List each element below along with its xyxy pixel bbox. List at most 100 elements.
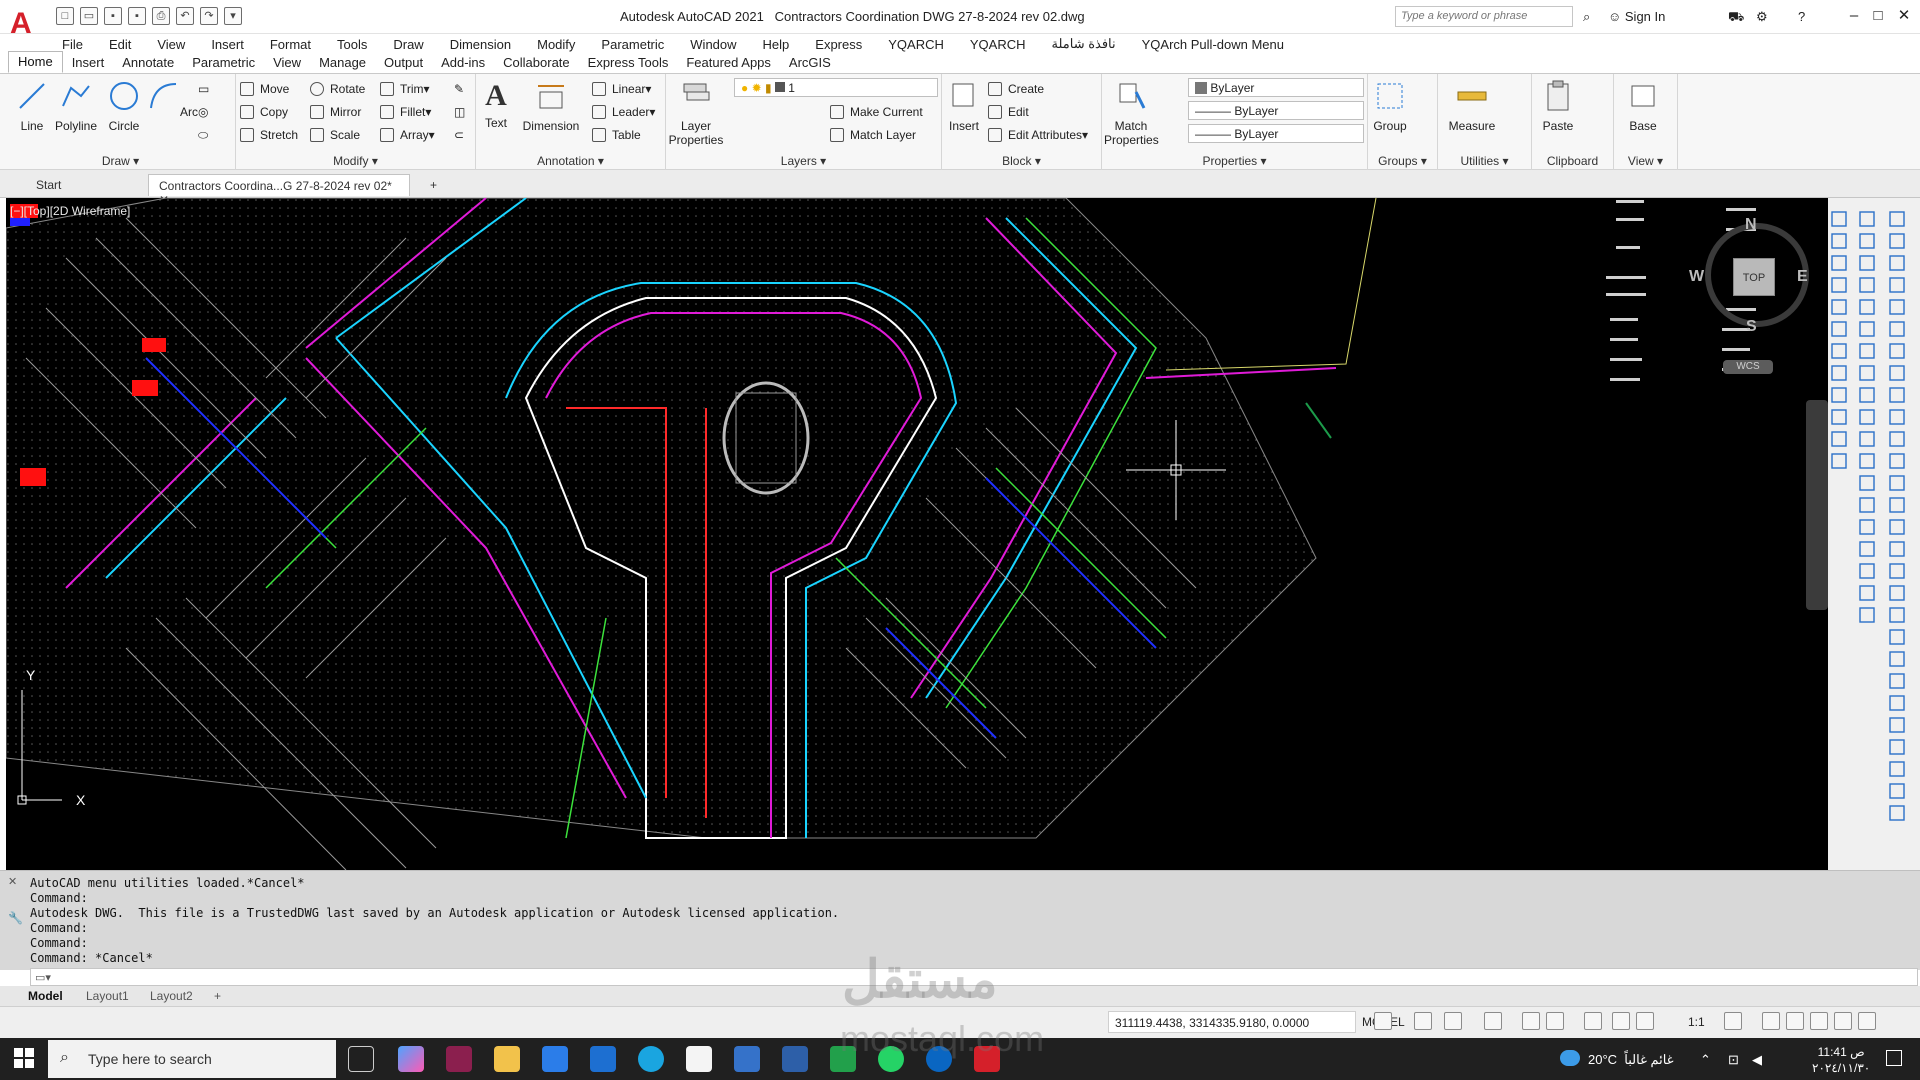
- new-file-icon[interactable]: □: [56, 7, 74, 25]
- menu-format[interactable]: Format: [270, 37, 311, 52]
- make-current-button[interactable]: Make Current: [830, 105, 923, 119]
- rectangle-icon[interactable]: ▭: [198, 82, 209, 96]
- menu-file[interactable]: File: [62, 37, 83, 52]
- customize-command-icon[interactable]: 🔧: [8, 911, 23, 925]
- match-properties-button[interactable]: Match Properties: [1104, 78, 1159, 147]
- stretch-button[interactable]: Stretch: [240, 128, 298, 142]
- tab-start[interactable]: Start: [26, 174, 71, 196]
- block-panel-title[interactable]: Block ▾: [942, 154, 1101, 168]
- layer-properties-button[interactable]: Layer Properties: [668, 78, 724, 147]
- compass-east[interactable]: E: [1797, 268, 1808, 286]
- match-layer-button[interactable]: Match Layer: [830, 128, 916, 142]
- edit-block-button[interactable]: Edit: [988, 105, 1029, 119]
- osnap-icon[interactable]: [1484, 1012, 1502, 1030]
- tab-layout2[interactable]: Layout2: [150, 989, 193, 1003]
- windows-start-icon[interactable]: [14, 1048, 34, 1068]
- open-folder-icon[interactable]: ▭: [80, 7, 98, 25]
- sign-in-button[interactable]: ☺ Sign In: [1608, 9, 1665, 24]
- notifications-icon[interactable]: [1886, 1050, 1902, 1066]
- drawing-canvas[interactable]: Y X: [5, 197, 1828, 871]
- undo-icon[interactable]: ↶: [176, 7, 194, 25]
- add-layout-icon[interactable]: +: [214, 989, 221, 1003]
- base-button[interactable]: Base: [1618, 78, 1668, 133]
- copilot-icon[interactable]: [398, 1046, 424, 1072]
- maximize-icon[interactable]: □: [1866, 5, 1890, 27]
- linetype-dropdown[interactable]: ——— ByLayer: [1188, 101, 1364, 120]
- tab-annotate[interactable]: Annotate: [113, 53, 183, 73]
- offset-icon[interactable]: ⊂: [454, 128, 464, 142]
- utilities-panel-title[interactable]: Utilities ▾: [1438, 154, 1531, 168]
- tab-home[interactable]: Home: [8, 51, 63, 73]
- tab-parametric[interactable]: Parametric: [183, 53, 264, 73]
- close-command-icon[interactable]: ✕: [8, 875, 17, 888]
- compass-west[interactable]: W: [1689, 268, 1704, 286]
- tab-collaborate[interactable]: Collaborate: [494, 53, 579, 73]
- hardware-acceleration-icon[interactable]: [1786, 1012, 1804, 1030]
- menu-yqarch-2[interactable]: YQARCH: [970, 37, 1026, 52]
- layer-dropdown[interactable]: ● ✹ ▮ 1: [734, 78, 938, 97]
- erase-icon[interactable]: ✎: [454, 82, 464, 96]
- view-panel-title[interactable]: View ▾: [1614, 154, 1677, 168]
- tab-express-tools[interactable]: Express Tools: [579, 53, 678, 73]
- linear-button[interactable]: Linear ▾: [592, 82, 651, 96]
- annotation-scale[interactable]: 1:1: [1688, 1015, 1705, 1029]
- app-g-icon[interactable]: [446, 1046, 472, 1072]
- menu-insert[interactable]: Insert: [211, 37, 244, 52]
- taskbar-clock[interactable]: 11:41 ص ٢٠٢٤/١١/٣٠: [1812, 1044, 1870, 1076]
- menu-yqarch-pulldown[interactable]: YQArch Pull-down Menu: [1142, 37, 1284, 52]
- menu-tools[interactable]: Tools: [337, 37, 367, 52]
- clean-screen-icon[interactable]: [1810, 1012, 1828, 1030]
- tab-view[interactable]: View: [264, 53, 310, 73]
- menu-parametric[interactable]: Parametric: [601, 37, 664, 52]
- file-explorer-icon[interactable]: [494, 1046, 520, 1072]
- annotation-panel-title[interactable]: Annotation ▾: [476, 154, 665, 168]
- search-icon[interactable]: ⌕: [1583, 9, 1590, 25]
- menu-view[interactable]: View: [157, 37, 185, 52]
- tab-add-ins[interactable]: Add-ins: [432, 53, 494, 73]
- hatch-icon[interactable]: ◎: [198, 105, 208, 119]
- text-button[interactable]: A Text: [476, 78, 516, 130]
- grid-icon[interactable]: [1374, 1012, 1392, 1030]
- tab-output[interactable]: Output: [375, 53, 432, 73]
- tab-featured-apps[interactable]: Featured Apps: [677, 53, 780, 73]
- workspace-gear-icon[interactable]: [1724, 1012, 1742, 1030]
- leader-button[interactable]: Leader ▾: [592, 105, 655, 119]
- tab-manage[interactable]: Manage: [310, 53, 375, 73]
- task-view-icon[interactable]: [348, 1046, 374, 1072]
- modify-panel-title[interactable]: Modify ▾: [236, 154, 475, 168]
- menu-dimension[interactable]: Dimension: [450, 37, 511, 52]
- circle-button[interactable]: Circle: [98, 78, 150, 133]
- tab-active-drawing[interactable]: Contractors Coordina...G 27-8-2024 rev 0…: [148, 174, 410, 207]
- compass-south[interactable]: S: [1746, 318, 1757, 336]
- menu-draw[interactable]: Draw: [393, 37, 423, 52]
- ortho-icon[interactable]: [1414, 1012, 1432, 1030]
- ellipse-icon[interactable]: ⬭: [198, 128, 208, 143]
- viewcube-top-face[interactable]: TOP: [1733, 258, 1775, 296]
- dimension-button[interactable]: Dimension: [520, 78, 582, 133]
- help-icon[interactable]: ?: [1798, 9, 1805, 24]
- redo-icon[interactable]: ↷: [200, 7, 218, 25]
- isolate-objects-icon[interactable]: [1762, 1012, 1780, 1030]
- trim-button[interactable]: Trim ▾: [380, 82, 430, 96]
- move-button[interactable]: Move: [240, 82, 289, 96]
- save-as-icon[interactable]: ▪: [128, 7, 146, 25]
- create-block-button[interactable]: Create: [988, 82, 1044, 96]
- outlook-icon[interactable]: [590, 1046, 616, 1072]
- layers-panel-title[interactable]: Layers ▾: [666, 154, 941, 168]
- mirror-button[interactable]: Mirror: [310, 105, 361, 119]
- menu-arabic[interactable]: نافذة شاملة: [1052, 36, 1116, 52]
- properties-panel-title[interactable]: Properties ▾: [1102, 154, 1367, 168]
- save-icon[interactable]: ▪: [104, 7, 122, 25]
- close-icon[interactable]: ✕: [1892, 5, 1916, 27]
- weather-icon[interactable]: [1560, 1050, 1580, 1066]
- notepad-icon[interactable]: [686, 1046, 712, 1072]
- navigation-bar[interactable]: [1806, 400, 1828, 610]
- qat-menu-icon[interactable]: ▾: [224, 7, 242, 25]
- tab-arcgis[interactable]: ArcGIS: [780, 53, 840, 73]
- exchange-icon[interactable]: ⚙: [1756, 9, 1768, 25]
- plot-icon[interactable]: ⎙: [152, 7, 170, 25]
- selection-cycling-icon[interactable]: [1546, 1012, 1564, 1030]
- tab-layout1[interactable]: Layout1: [86, 989, 129, 1003]
- menu-yqarch-1[interactable]: YQARCH: [888, 37, 944, 52]
- measure-button[interactable]: Measure: [1442, 78, 1502, 133]
